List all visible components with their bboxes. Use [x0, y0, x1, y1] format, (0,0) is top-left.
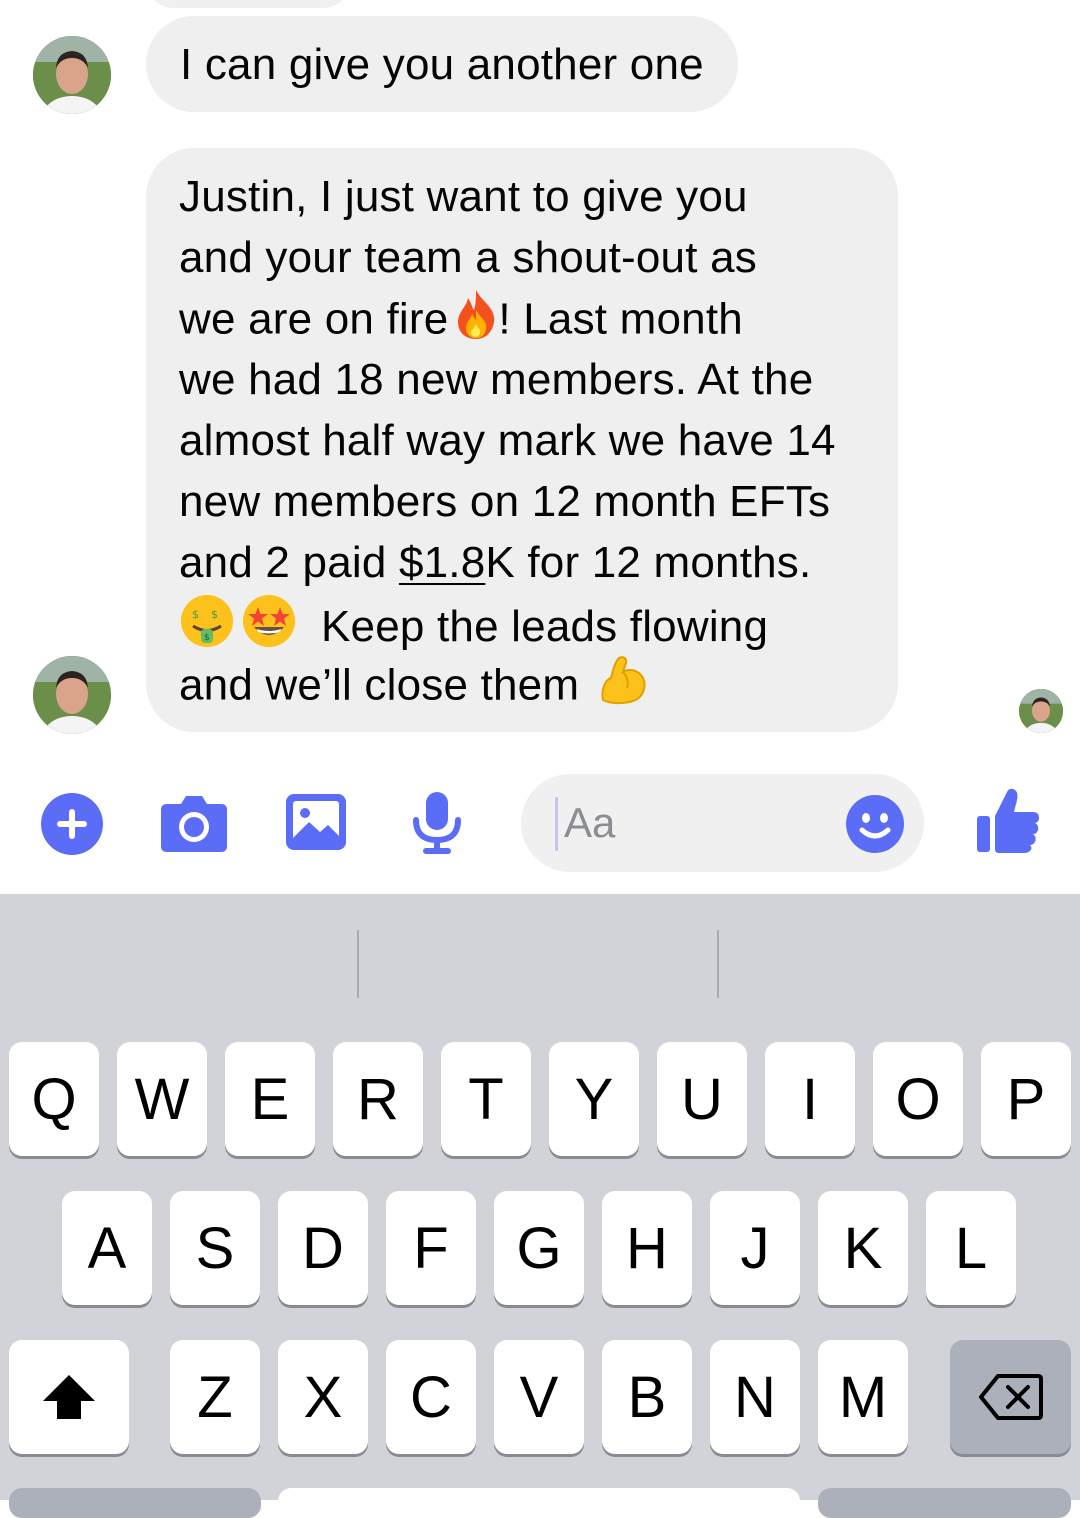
flexed-biceps-emoji-icon — [597, 654, 651, 722]
key-f[interactable]: F — [386, 1191, 476, 1305]
message-composer: Aa — [0, 760, 1080, 894]
key-n[interactable]: N — [710, 1340, 800, 1454]
fire-emoji-icon — [454, 288, 498, 356]
return-key[interactable] — [818, 1488, 1071, 1518]
key-x[interactable]: X — [278, 1340, 368, 1454]
message-text: K for 12 months. — [485, 538, 812, 587]
suggestion-divider — [357, 930, 359, 998]
key-p[interactable]: P — [981, 1042, 1071, 1156]
emoji-button[interactable] — [845, 794, 905, 854]
key-q[interactable]: Q — [9, 1042, 99, 1156]
key-y[interactable]: Y — [549, 1042, 639, 1156]
key-b[interactable]: B — [602, 1340, 692, 1454]
key-r[interactable]: R — [333, 1042, 423, 1156]
thumbs-up-button[interactable] — [975, 786, 1041, 854]
key-o[interactable]: O — [873, 1042, 963, 1156]
message-input[interactable]: Aa — [521, 774, 924, 872]
message-text: we are on fire — [179, 294, 449, 344]
key-z[interactable]: Z — [170, 1340, 260, 1454]
message-line: and your team a shout-out as — [179, 233, 757, 282]
message-text: Keep the leads flowing — [321, 601, 769, 651]
message-line: we had 18 new members. At the — [179, 355, 814, 404]
emoji-icon — [846, 795, 904, 853]
message-input-placeholder: Aa — [564, 799, 616, 846]
message-bubble[interactable]: I can give you another one — [146, 16, 738, 112]
read-receipt-avatar — [1019, 689, 1063, 733]
avatar-photo-icon — [33, 656, 111, 734]
thumbs-up-icon — [977, 788, 1039, 853]
sender-avatar[interactable] — [33, 656, 111, 734]
message-line: Justin, I just want to give you — [179, 172, 748, 221]
key-j[interactable]: J — [710, 1191, 800, 1305]
microphone-icon — [413, 792, 461, 854]
message-line: almost half way mark we have 14 — [179, 416, 836, 465]
message-text: and 2 paid — [179, 538, 399, 587]
sender-avatar[interactable] — [33, 36, 111, 114]
avatar-photo-icon — [1019, 689, 1063, 733]
backspace-icon — [978, 1374, 1043, 1420]
suggestion-divider — [717, 930, 719, 998]
camera-button[interactable] — [159, 792, 229, 854]
space-key[interactable] — [278, 1488, 800, 1518]
message-bubble[interactable]: Justin, I just want to give you and your… — [146, 148, 898, 732]
key-u[interactable]: U — [657, 1042, 747, 1156]
plus-icon — [41, 793, 103, 855]
key-v[interactable]: V — [494, 1340, 584, 1454]
key-h[interactable]: H — [602, 1191, 692, 1305]
message-line: and 2 paid $1.8K for 12 months. — [179, 532, 878, 593]
key-m[interactable]: M — [818, 1340, 908, 1454]
key-d[interactable]: D — [278, 1191, 368, 1305]
money-link[interactable]: $1.8 — [399, 538, 485, 587]
message-line: $ $ $ Keep the leads flowing — [179, 593, 878, 654]
key-s[interactable]: S — [170, 1191, 260, 1305]
microphone-button[interactable] — [410, 790, 464, 856]
number-key[interactable] — [9, 1488, 261, 1518]
gallery-icon — [286, 794, 346, 850]
message-line: and we’ll close them — [179, 654, 878, 715]
svg-text:$: $ — [204, 633, 210, 643]
message-text: ! Last month — [498, 294, 743, 344]
key-e[interactable]: E — [225, 1042, 315, 1156]
text-cursor — [555, 797, 558, 851]
key-g[interactable]: G — [494, 1191, 584, 1305]
message-text: and we’ll close them — [179, 660, 580, 710]
svg-text:$: $ — [211, 608, 218, 621]
camera-icon — [161, 796, 227, 852]
message-thread: I can give you another one Justin, I jus… — [0, 0, 1080, 760]
message-line: we are on fire ! Last month — [179, 288, 878, 349]
message-line: new members on 12 month EFTs — [179, 477, 831, 526]
shift-arrow-icon — [43, 1375, 95, 1419]
key-i[interactable]: I — [765, 1042, 855, 1156]
key-c[interactable]: C — [386, 1340, 476, 1454]
key-l[interactable]: L — [926, 1191, 1016, 1305]
key-k[interactable]: K — [818, 1191, 908, 1305]
svg-text:$: $ — [192, 608, 199, 621]
backspace-key[interactable] — [950, 1340, 1071, 1454]
gallery-button[interactable] — [284, 792, 348, 852]
message-text: I can give you another one — [180, 39, 704, 89]
key-w[interactable]: W — [117, 1042, 207, 1156]
shift-key[interactable] — [9, 1340, 129, 1454]
key-a[interactable]: A — [62, 1191, 152, 1305]
key-t[interactable]: T — [441, 1042, 531, 1156]
previous-message-bubble — [146, 0, 351, 8]
avatar-photo-icon — [33, 36, 111, 114]
plus-button[interactable] — [40, 792, 104, 856]
